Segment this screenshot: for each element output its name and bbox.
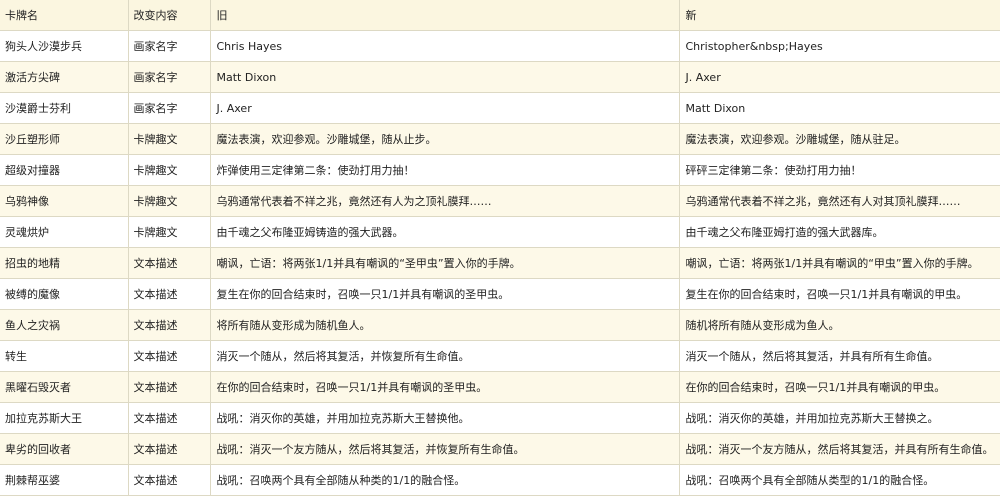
table-row: 黑曜石毁灭者 文本描述 在你的回合结束时，召唤一只1/1并具有嘲讽的圣甲虫。 在…	[0, 371, 1000, 403]
card-name-cell: 转生	[0, 340, 129, 372]
old-value-cell: 战吼：召唤两个具有全部随从种类的1/1的融合怪。	[210, 464, 680, 496]
old-value-cell: 乌鸦通常代表着不祥之兆，竟然还有人为之顶礼膜拜……	[210, 185, 680, 217]
change-type-cell: 卡牌趣文	[128, 216, 211, 248]
new-value-cell: 魔法表演，欢迎参观。沙雕城堡，随从驻足。	[679, 123, 1000, 155]
old-value-cell: 战吼：消灭一个友方随从，然后将其复活，并恢复所有生命值。	[210, 433, 680, 465]
card-name-cell: 被缚的魔像	[0, 278, 129, 310]
old-value-cell: 复生在你的回合结束时，召唤一只1/1并具有嘲讽的圣甲虫。	[210, 278, 680, 310]
change-type-cell: 文本描述	[128, 402, 211, 434]
new-value-cell: 战吼：召唤两个具有全部随从类型的1/1的融合怪。	[679, 464, 1000, 496]
old-value-cell: 由千魂之父布隆亚姆铸造的强大武器。	[210, 216, 680, 248]
card-name-cell: 加拉克苏斯大王	[0, 402, 129, 434]
table-row: 沙漠爵士芬利 画家名字 J. Axer Matt Dixon	[0, 92, 1000, 124]
new-value-cell: 随机将所有随从变形成为鱼人。	[679, 309, 1000, 341]
table-row: 转生 文本描述 消灭一个随从，然后将其复活，并恢复所有生命值。 消灭一个随从，然…	[0, 340, 1000, 372]
change-type-cell: 文本描述	[128, 247, 211, 279]
old-value-cell: 消灭一个随从，然后将其复活，并恢复所有生命值。	[210, 340, 680, 372]
card-name-cell: 鱼人之灾祸	[0, 309, 129, 341]
card-name-cell: 超级对撞器	[0, 154, 129, 186]
card-name-cell: 灵魂烘炉	[0, 216, 129, 248]
new-value-cell: Matt Dixon	[679, 92, 1000, 124]
table-row: 加拉克苏斯大王 文本描述 战吼：消灭你的英雄，并用加拉克苏斯大王替换他。 战吼：…	[0, 402, 1000, 434]
change-type-cell: 文本描述	[128, 371, 211, 403]
table-body: 卡牌名 改变内容 旧 新 狗头人沙漠步兵 画家名字 Chris Hayes Ch…	[0, 0, 1000, 496]
table-row: 沙丘塑形师 卡牌趣文 魔法表演，欢迎参观。沙雕城堡，随从止步。 魔法表演，欢迎参…	[0, 123, 1000, 155]
table-header-row: 卡牌名 改变内容 旧 新	[0, 0, 1000, 31]
new-value-cell: J. Axer	[679, 61, 1000, 93]
card-changes-table: 卡牌名 改变内容 旧 新 狗头人沙漠步兵 画家名字 Chris Hayes Ch…	[0, 0, 1000, 496]
card-name-cell: 卑劣的回收者	[0, 433, 129, 465]
old-value-cell: 将所有随从变形成为随机鱼人。	[210, 309, 680, 341]
card-name-cell: 乌鸦神像	[0, 185, 129, 217]
change-type-cell: 画家名字	[128, 30, 211, 62]
new-value-cell: 消灭一个随从，然后将其复活，并具有所有生命值。	[679, 340, 1000, 372]
change-type-cell: 画家名字	[128, 92, 211, 124]
old-value-cell: J. Axer	[210, 92, 680, 124]
change-type-cell: 文本描述	[128, 340, 211, 372]
old-value-cell: 嘲讽，亡语：将两张1/1并具有嘲讽的“圣甲虫”置入你的手牌。	[210, 247, 680, 279]
change-type-cell: 文本描述	[128, 309, 211, 341]
old-value-cell: 战吼：消灭你的英雄，并用加拉克苏斯大王替换他。	[210, 402, 680, 434]
card-name-cell: 沙漠爵士芬利	[0, 92, 129, 124]
change-type-cell: 卡牌趣文	[128, 154, 211, 186]
header-change-type: 改变内容	[128, 0, 211, 31]
new-value-cell: 乌鸦通常代表着不祥之兆，竟然还有人对其顶礼膜拜……	[679, 185, 1000, 217]
new-value-cell: 由千魂之父布隆亚姆打造的强大武器库。	[679, 216, 1000, 248]
old-value-cell: 炸弹使用三定律第二条：使劲打用力抽！	[210, 154, 680, 186]
new-value-cell: 在你的回合结束时，召唤一只1/1并具有嘲讽的甲虫。	[679, 371, 1000, 403]
table-row: 灵魂烘炉 卡牌趣文 由千魂之父布隆亚姆铸造的强大武器。 由千魂之父布隆亚姆打造的…	[0, 216, 1000, 248]
change-type-cell: 文本描述	[128, 278, 211, 310]
change-type-cell: 画家名字	[128, 61, 211, 93]
table-row: 被缚的魔像 文本描述 复生在你的回合结束时，召唤一只1/1并具有嘲讽的圣甲虫。 …	[0, 278, 1000, 310]
old-value-cell: Chris Hayes	[210, 30, 680, 62]
table-row: 招虫的地精 文本描述 嘲讽，亡语：将两张1/1并具有嘲讽的“圣甲虫”置入你的手牌…	[0, 247, 1000, 279]
table-row: 荆棘帮巫婆 文本描述 战吼：召唤两个具有全部随从种类的1/1的融合怪。 战吼：召…	[0, 464, 1000, 496]
table-row: 狗头人沙漠步兵 画家名字 Chris Hayes Christopher&nbs…	[0, 30, 1000, 62]
card-name-cell: 荆棘帮巫婆	[0, 464, 129, 496]
old-value-cell: 魔法表演，欢迎参观。沙雕城堡，随从止步。	[210, 123, 680, 155]
change-type-cell: 卡牌趣文	[128, 123, 211, 155]
table-row: 乌鸦神像 卡牌趣文 乌鸦通常代表着不祥之兆，竟然还有人为之顶礼膜拜…… 乌鸦通常…	[0, 185, 1000, 217]
old-value-cell: 在你的回合结束时，召唤一只1/1并具有嘲讽的圣甲虫。	[210, 371, 680, 403]
table-row: 鱼人之灾祸 文本描述 将所有随从变形成为随机鱼人。 随机将所有随从变形成为鱼人。	[0, 309, 1000, 341]
table-row: 超级对撞器 卡牌趣文 炸弹使用三定律第二条：使劲打用力抽！ 砰砰三定律第二条：使…	[0, 154, 1000, 186]
new-value-cell: 复生在你的回合结束时，召唤一只1/1并具有嘲讽的甲虫。	[679, 278, 1000, 310]
card-name-cell: 黑曜石毁灭者	[0, 371, 129, 403]
change-type-cell: 文本描述	[128, 433, 211, 465]
new-value-cell: Christopher&nbsp;Hayes	[679, 30, 1000, 62]
card-name-cell: 狗头人沙漠步兵	[0, 30, 129, 62]
change-type-cell: 卡牌趣文	[128, 185, 211, 217]
new-value-cell: 嘲讽，亡语：将两张1/1并具有嘲讽的“甲虫”置入你的手牌。	[679, 247, 1000, 279]
card-name-cell: 激活方尖碑	[0, 61, 129, 93]
new-value-cell: 战吼：消灭你的英雄，并用加拉克苏斯大王替换之。	[679, 402, 1000, 434]
old-value-cell: Matt Dixon	[210, 61, 680, 93]
table-row: 卑劣的回收者 文本描述 战吼：消灭一个友方随从，然后将其复活，并恢复所有生命值。…	[0, 433, 1000, 465]
new-value-cell: 砰砰三定律第二条：使劲打用力抽！	[679, 154, 1000, 186]
change-type-cell: 文本描述	[128, 464, 211, 496]
card-name-cell: 招虫的地精	[0, 247, 129, 279]
header-new: 新	[679, 0, 1000, 31]
header-old: 旧	[210, 0, 680, 31]
header-card-name: 卡牌名	[0, 0, 129, 31]
card-name-cell: 沙丘塑形师	[0, 123, 129, 155]
new-value-cell: 战吼：消灭一个友方随从，然后将其复活，并具有所有生命值。	[679, 433, 1000, 465]
table-row: 激活方尖碑 画家名字 Matt Dixon J. Axer	[0, 61, 1000, 93]
